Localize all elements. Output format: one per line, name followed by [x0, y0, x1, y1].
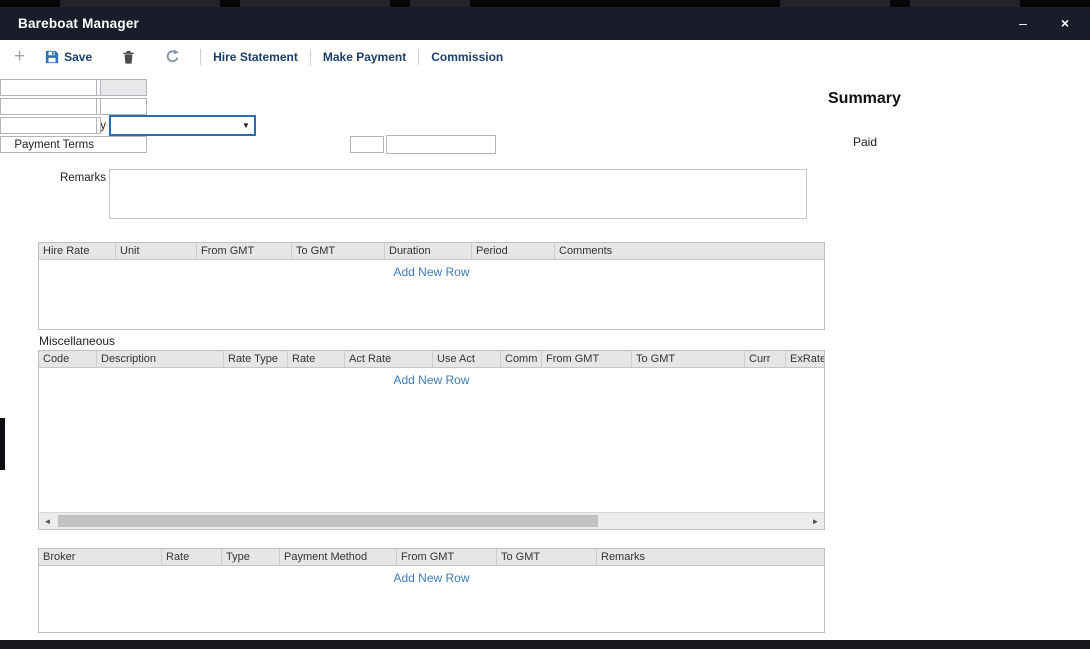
- column-header[interactable]: From GMT: [397, 549, 497, 565]
- column-header[interactable]: Unit: [116, 243, 197, 259]
- billing-period-field[interactable]: [0, 79, 97, 96]
- column-header[interactable]: From GMT: [197, 243, 292, 259]
- background-tab: [60, 0, 220, 7]
- remarks-field[interactable]: [109, 169, 807, 219]
- column-header[interactable]: Description: [97, 351, 224, 367]
- hire-table: Hire Rate Unit From GMT To GMT Duration …: [38, 242, 825, 330]
- column-header[interactable]: Use Act: [433, 351, 501, 367]
- scroll-left-icon[interactable]: ◄: [39, 513, 56, 530]
- miscellaneous-table: Code Description Rate Type Rate Act Rate…: [38, 350, 825, 530]
- trash-icon: [122, 50, 135, 64]
- column-header[interactable]: From GMT: [542, 351, 632, 367]
- column-header[interactable]: To GMT: [497, 549, 597, 565]
- background-tab: [910, 0, 1020, 7]
- misc-table-header: Code Description Rate Type Rate Act Rate…: [39, 351, 824, 368]
- horizontal-scrollbar[interactable]: ◄ ►: [39, 512, 824, 529]
- background-tab-strip: [0, 0, 1090, 7]
- column-header[interactable]: Comments: [555, 243, 824, 259]
- delete-button[interactable]: [122, 50, 135, 64]
- chevron-down-icon[interactable]: ▼: [238, 117, 254, 134]
- column-header[interactable]: Comm: [501, 351, 542, 367]
- column-header[interactable]: Rate: [162, 549, 222, 565]
- save-icon: [45, 50, 59, 64]
- controller-field[interactable]: [0, 98, 97, 115]
- minimize-button[interactable]: –: [1008, 7, 1038, 40]
- column-header[interactable]: Period: [472, 243, 555, 259]
- miscellaneous-section-label: Miscellaneous: [39, 334, 115, 348]
- payment-terms-field[interactable]: [350, 136, 384, 153]
- column-header[interactable]: Payment Method: [280, 549, 397, 565]
- refresh-button[interactable]: [165, 49, 180, 64]
- commission-button[interactable]: Commission: [431, 50, 503, 64]
- refresh-icon: [165, 49, 180, 64]
- toolbar-separator: [310, 49, 311, 65]
- column-header[interactable]: Rate Type: [224, 351, 288, 367]
- scrollbar-track[interactable]: [56, 513, 807, 529]
- toolbar-separator: [418, 49, 419, 65]
- hire-statement-button[interactable]: Hire Statement: [213, 50, 298, 64]
- make-payment-button[interactable]: Make Payment: [323, 50, 406, 64]
- toolbar: + Save Hire Statement Make Payment Commi…: [0, 40, 1090, 73]
- payment-terms-desc-field[interactable]: [386, 135, 496, 154]
- column-header[interactable]: Rate: [288, 351, 345, 367]
- beneficiary-dropdown[interactable]: ▼: [109, 115, 256, 136]
- column-header[interactable]: Hire Rate: [39, 243, 116, 259]
- column-header[interactable]: Code: [39, 351, 97, 367]
- scrollbar-thumb[interactable]: [58, 515, 598, 527]
- toolbar-separator: [200, 49, 201, 65]
- hire-table-header: Hire Rate Unit From GMT To GMT Duration …: [39, 243, 824, 260]
- column-header[interactable]: Broker: [39, 549, 162, 565]
- background-tab: [780, 0, 890, 7]
- paid-label: Paid: [853, 135, 877, 149]
- add-new-row-link[interactable]: Add New Row: [39, 373, 824, 387]
- background-window-edge: [0, 418, 5, 470]
- remarks-label: Remarks: [0, 172, 106, 184]
- department-field[interactable]: [0, 117, 97, 134]
- column-header[interactable]: Remarks: [597, 549, 824, 565]
- column-header[interactable]: ExRate: [786, 351, 824, 367]
- new-record-button[interactable]: +: [14, 47, 25, 66]
- background-bottom-strip: [0, 640, 1090, 649]
- broker-table-header: Broker Rate Type Payment Method From GMT…: [39, 549, 824, 566]
- save-button[interactable]: Save: [45, 50, 92, 64]
- column-header[interactable]: Curr: [745, 351, 786, 367]
- summary-title: Summary: [828, 90, 901, 108]
- save-label: Save: [64, 50, 92, 64]
- column-header[interactable]: To GMT: [632, 351, 745, 367]
- background-tab: [410, 0, 470, 7]
- column-header[interactable]: Duration: [385, 243, 472, 259]
- background-tab: [240, 0, 390, 7]
- scroll-right-icon[interactable]: ►: [807, 513, 824, 530]
- broker-table: Broker Rate Type Payment Method From GMT…: [38, 548, 825, 633]
- payment-terms-label: Payment Terms: [0, 137, 94, 154]
- add-new-row-link[interactable]: Add New Row: [39, 571, 824, 585]
- column-header[interactable]: To GMT: [292, 243, 385, 259]
- beneficiary-value: [111, 117, 238, 134]
- window-title: Bareboat Manager: [18, 7, 139, 40]
- column-header[interactable]: Act Rate: [345, 351, 433, 367]
- column-header[interactable]: Type: [222, 549, 280, 565]
- close-button[interactable]: ×: [1050, 7, 1080, 40]
- add-new-row-link[interactable]: Add New Row: [39, 265, 824, 279]
- window-titlebar: Bareboat Manager – ×: [0, 7, 1090, 40]
